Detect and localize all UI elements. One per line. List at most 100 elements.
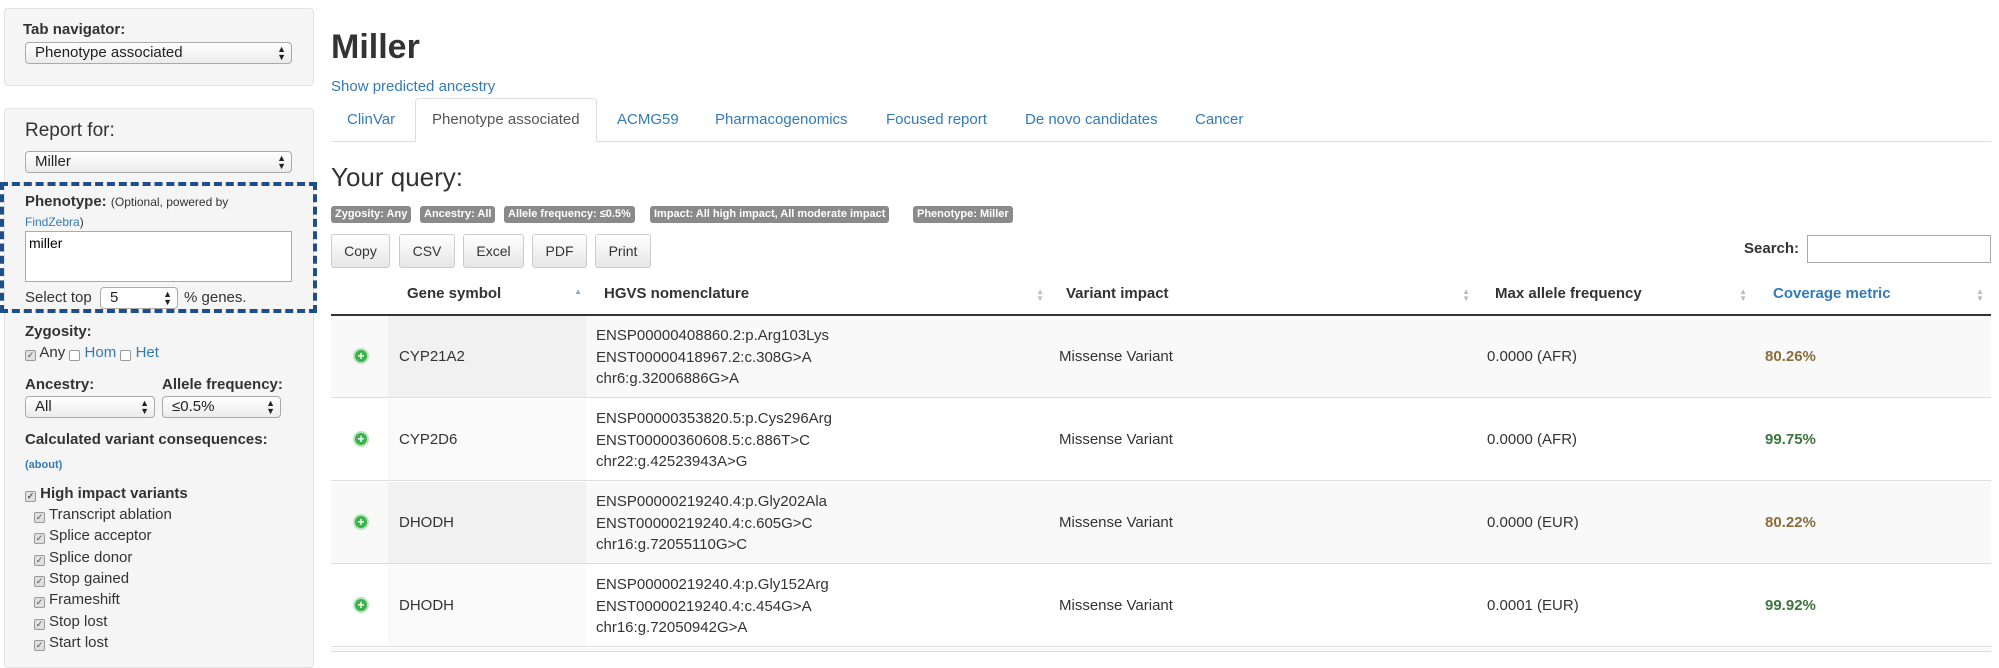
pdf-button[interactable]: PDF bbox=[532, 234, 587, 268]
consequence-item: ✓ Transcript ablation bbox=[34, 506, 172, 523]
zygosity-hom-checkbox[interactable]: ✓ bbox=[69, 350, 81, 361]
filter-badge-ancestry: Ancestry: All bbox=[420, 206, 496, 223]
hgvs-genomic: chr16:g.72050942G>A bbox=[596, 619, 748, 636]
consequence-label: Splice donor bbox=[49, 549, 133, 566]
expand-row-icon[interactable]: + bbox=[353, 431, 369, 447]
search-input[interactable] bbox=[1807, 235, 1991, 263]
ancestry-label: Ancestry: bbox=[25, 376, 95, 393]
consequence-item: ✓ Start lost bbox=[34, 634, 108, 651]
sort-icon: ▲ ▼ bbox=[1976, 287, 1984, 303]
zygosity-het-checkbox[interactable]: ✓ bbox=[120, 350, 132, 361]
phenotype-note-close: ) bbox=[79, 215, 84, 229]
hgvs-transcript: ENST00000360608.5:c.886T>C bbox=[596, 431, 810, 449]
tab-acmg59[interactable]: ACMG59 bbox=[601, 98, 695, 142]
tab-clinvar[interactable]: ClinVar bbox=[331, 98, 411, 142]
consequences-label: Calculated variant consequences: bbox=[25, 431, 268, 448]
tab-focused-report[interactable]: Focused report bbox=[870, 98, 1003, 142]
high-impact-label: High impact variants bbox=[40, 485, 188, 502]
hgvs-genomic: chr22:g.42523943A>G bbox=[596, 453, 748, 470]
consequence-label: Stop gained bbox=[49, 570, 130, 587]
consequence-item: ✓ Stop gained bbox=[34, 570, 129, 587]
hgvs-genomic: chr6:g.32006886G>A bbox=[596, 370, 740, 387]
gene-symbol: CYP2D6 bbox=[399, 431, 458, 448]
hgvs-protein: ENSP00000353820.5:p.Cys296Arg bbox=[596, 410, 833, 427]
consequence-label: Transcript ablation bbox=[49, 506, 172, 523]
about-link[interactable]: (about) bbox=[25, 459, 62, 471]
stepper-arrows-icon: ▲ ▼ bbox=[163, 289, 172, 307]
select-top-line: Select top bbox=[25, 289, 92, 306]
column-header-label: Gene symbol bbox=[407, 285, 502, 302]
column-header-label: Max allele frequency bbox=[1495, 285, 1642, 302]
consequence-checkbox[interactable]: ✓ bbox=[34, 619, 45, 630]
tab-de-novo-candidates[interactable]: De novo candidates bbox=[1009, 98, 1174, 142]
search-label: Search: bbox=[1744, 240, 1800, 257]
allele-frequency-select[interactable]: ≤0.5% ▲ ▼ bbox=[162, 396, 281, 418]
phenotype-label: Phenotype: bbox=[25, 193, 107, 210]
table-row[interactable]: + CYP2D6 ENSP00000353820.5:p.Cys296Arg E… bbox=[331, 399, 1991, 481]
filter-badge-phenotype: Phenotype: Miller bbox=[913, 206, 1013, 223]
hgvs-transcript: ENST00000418967.2:c.308G>A bbox=[596, 348, 812, 366]
consequence-checkbox[interactable]: ✓ bbox=[34, 597, 45, 608]
consequence-checkbox[interactable]: ✓ bbox=[34, 512, 45, 523]
phenotype-input[interactable]: miller bbox=[25, 231, 292, 282]
consequence-checkbox[interactable]: ✓ bbox=[34, 533, 45, 544]
copy-button[interactable]: Copy bbox=[331, 234, 390, 268]
findzebra-link[interactable]: FindZebra bbox=[25, 215, 80, 229]
excel-button[interactable]: Excel bbox=[463, 234, 524, 268]
gene-symbol: DHODH bbox=[399, 597, 454, 614]
tab-navigator-select[interactable]: Phenotype associated ▲ ▼ bbox=[25, 42, 292, 64]
page-title: Miller bbox=[331, 28, 420, 66]
ancestry-select[interactable]: All ▲ ▼ bbox=[25, 396, 155, 418]
hgvs-genomic: chr16:g.72055110G>C bbox=[596, 536, 748, 553]
max-allele-frequency: 0.0000 (AFR) bbox=[1487, 431, 1578, 448]
hgvs-cell: ENSP00000219240.4:p.Gly202Ala ENST000002… bbox=[596, 491, 827, 556]
expand-row-icon[interactable]: + bbox=[353, 348, 369, 364]
column-header-hgvs[interactable]: HGVS nomenclature ▲ ▼ bbox=[604, 276, 1044, 316]
select-top-label: Select top bbox=[25, 289, 92, 306]
column-header-max-allele-frequency[interactable]: Max allele frequency ▲ ▼ bbox=[1495, 276, 1747, 316]
phenotype-note-line2: FindZebra) bbox=[25, 215, 84, 229]
allele-frequency-label: Allele frequency: bbox=[162, 376, 283, 393]
column-header-coverage-metric[interactable]: Coverage metric ▲ ▼ bbox=[1773, 276, 1984, 316]
column-header-label: Coverage metric bbox=[1773, 285, 1891, 302]
zygosity-options: ✓ Any ✓ Hom ✓ Het bbox=[25, 344, 159, 361]
report-for-select[interactable]: Miller ▲ ▼ bbox=[25, 151, 292, 173]
consequence-item: ✓ Frameshift bbox=[34, 591, 120, 608]
gene-symbol: CYP21A2 bbox=[399, 348, 465, 365]
show-ancestry-link[interactable]: Show predicted ancestry bbox=[331, 78, 495, 95]
tab-pharmacogenomics[interactable]: Pharmacogenomics bbox=[699, 98, 864, 142]
select-top-stepper[interactable]: 5 ▲ ▼ bbox=[100, 287, 178, 309]
tab-phenotype-associated[interactable]: Phenotype associated bbox=[415, 98, 597, 142]
max-allele-frequency: 0.0000 (EUR) bbox=[1487, 514, 1579, 531]
sort-icon: ▲ ▼ bbox=[1036, 287, 1044, 303]
table-row[interactable]: + DHODH ENSP00000219240.4:p.Gly152Arg EN… bbox=[331, 565, 1991, 647]
phenotype-label-line: Phenotype: (Optional, powered by bbox=[25, 193, 228, 210]
csv-button[interactable]: CSV bbox=[399, 234, 455, 268]
column-header-label: HGVS nomenclature bbox=[604, 285, 750, 302]
report-for-label: Report for: bbox=[25, 120, 115, 141]
consequence-checkbox[interactable]: ✓ bbox=[34, 640, 45, 651]
coverage-metric: 80.22% bbox=[1765, 514, 1816, 531]
hgvs-transcript: ENST00000219240.4:c.605G>C bbox=[596, 514, 813, 532]
sort-icon: ▲ ▼ bbox=[1739, 287, 1747, 303]
high-impact-group: ✓ High impact variants bbox=[25, 485, 188, 502]
consequence-checkbox[interactable]: ✓ bbox=[34, 555, 45, 566]
table-row[interactable]: + DHODH ENSP00000219240.4:p.Gly202Ala EN… bbox=[331, 482, 1991, 564]
column-header-variant-impact[interactable]: Variant impact ▲ ▼ bbox=[1066, 276, 1470, 316]
consequence-item: ✓ Stop lost bbox=[34, 613, 107, 630]
consequence-checkbox[interactable]: ✓ bbox=[34, 576, 45, 587]
expand-row-icon[interactable]: + bbox=[353, 597, 369, 613]
variant-impact: Missense Variant bbox=[1059, 431, 1173, 448]
table-row[interactable]: + CYP21A2 ENSP00000408860.2:p.Arg103Lys … bbox=[331, 316, 1991, 398]
column-header-gene-symbol[interactable]: Gene symbol ▲ bbox=[407, 276, 582, 316]
tab-cancer[interactable]: Cancer bbox=[1179, 98, 1259, 142]
high-impact-checkbox[interactable]: ✓ bbox=[25, 491, 36, 502]
zygosity-any-checkbox[interactable]: ✓ bbox=[25, 350, 36, 361]
consequence-item: ✓ Splice donor bbox=[34, 549, 132, 566]
variant-impact: Missense Variant bbox=[1059, 514, 1173, 531]
consequence-item: ✓ Splice acceptor bbox=[34, 527, 152, 544]
expand-row-icon[interactable]: + bbox=[353, 514, 369, 530]
consequence-label: Stop lost bbox=[49, 613, 108, 630]
print-button[interactable]: Print bbox=[595, 234, 651, 268]
zygosity-label: Zygosity: bbox=[25, 323, 92, 340]
